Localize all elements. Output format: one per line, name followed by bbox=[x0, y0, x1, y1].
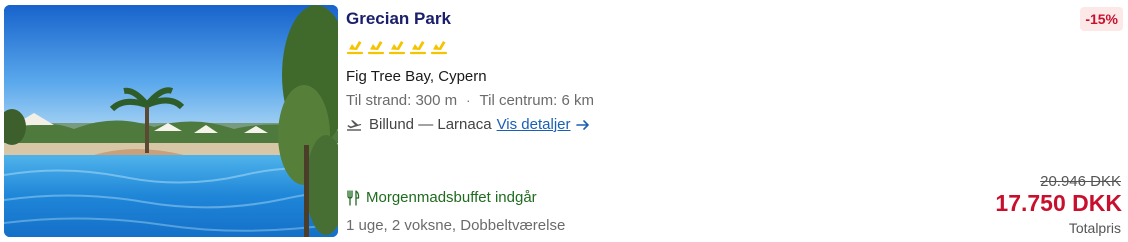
hotel-offer-card[interactable]: Grecian Park Fig Tree Bay, Cypern Til st… bbox=[0, 0, 1128, 242]
star-icon bbox=[409, 38, 427, 56]
cutlery-icon bbox=[346, 189, 360, 206]
star-icon bbox=[430, 38, 448, 56]
star-icon bbox=[367, 38, 385, 56]
hotel-distances: Til strand: 300 m · Til centrum: 6 km bbox=[346, 92, 594, 109]
distance-center: Til centrum: 6 km bbox=[479, 92, 594, 109]
board-info: Morgenmadsbuffet indgår bbox=[346, 189, 537, 206]
discount-badge: -15% bbox=[1080, 7, 1123, 31]
hotel-photo[interactable] bbox=[4, 5, 338, 237]
board-label: Morgenmadsbuffet indgår bbox=[366, 189, 537, 206]
travel-summary: 1 uge, 2 voksne, Dobbeltværelse bbox=[346, 217, 566, 234]
old-price: 20.946 DKK bbox=[1040, 173, 1121, 190]
pool-scene-image bbox=[4, 5, 338, 237]
hotel-name[interactable]: Grecian Park bbox=[346, 9, 451, 29]
star-icon bbox=[346, 38, 364, 56]
hotel-location: Fig Tree Bay, Cypern bbox=[346, 68, 487, 85]
distance-separator: · bbox=[466, 93, 471, 108]
flight-route: Billund — Larnaca bbox=[369, 116, 492, 133]
flight-info: Billund — Larnaca Vis detaljer bbox=[346, 116, 590, 133]
plane-icon bbox=[346, 117, 362, 133]
current-price: 17.750 DKK bbox=[995, 190, 1122, 216]
details-link[interactable]: Vis detaljer bbox=[497, 116, 571, 133]
arrow-right-icon[interactable] bbox=[575, 118, 590, 132]
price-note: Totalpris bbox=[1068, 220, 1121, 236]
star-rating bbox=[346, 38, 448, 56]
distance-beach: Til strand: 300 m bbox=[346, 92, 458, 109]
star-icon bbox=[388, 38, 406, 56]
